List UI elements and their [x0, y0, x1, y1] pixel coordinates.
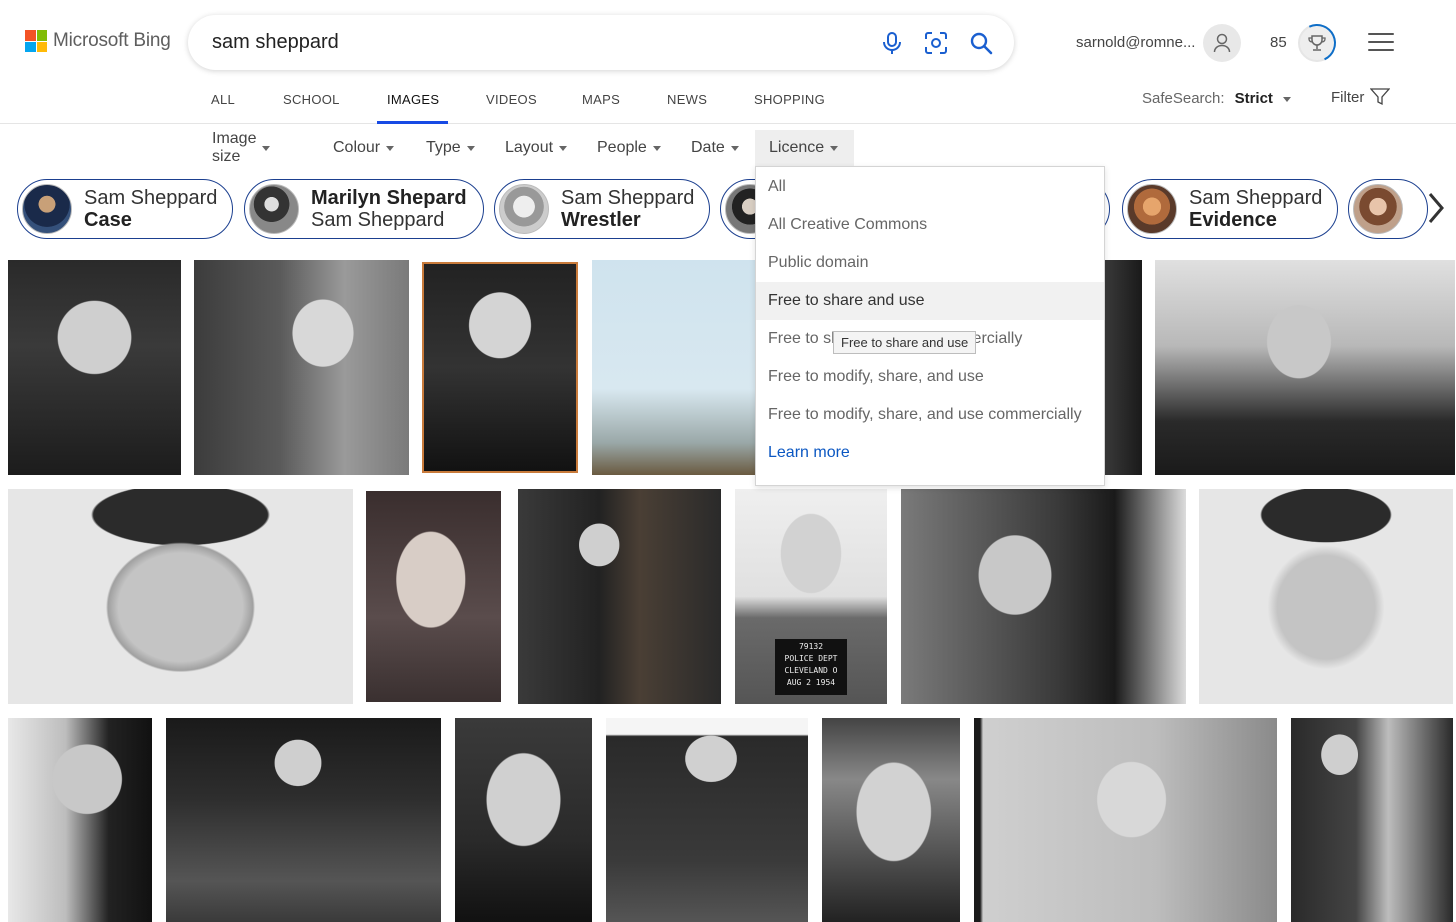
licence-option-free-to-share-and-use[interactable]: Free to share and use — [756, 282, 1104, 320]
related-chip[interactable]: Sam Sheppard Case — [17, 179, 233, 239]
chevron-down-icon — [830, 145, 839, 151]
menu-icon[interactable] — [1368, 33, 1394, 53]
active-tab-indicator — [377, 121, 448, 124]
filter-label: Date — [691, 139, 725, 156]
related-chip[interactable]: Sam Sheppard Evidence — [1122, 179, 1338, 239]
chip-title: Sam Sheppard — [84, 187, 218, 209]
tab-maps[interactable]: MAPS — [582, 92, 620, 107]
filter-button[interactable]: Filter — [1331, 88, 1391, 106]
image-result[interactable] — [8, 260, 181, 475]
filter-colour[interactable]: Colour — [319, 130, 408, 166]
mugshot-placard: 79132 POLICE DEPT CLEVELAND O AUG 2 1954 — [775, 639, 847, 695]
filter-label: Image size — [212, 130, 257, 165]
chip-subtitle: Wrestler — [561, 209, 641, 231]
image-result[interactable] — [8, 718, 152, 922]
search-input[interactable] — [212, 29, 852, 55]
chevron-down-icon — [559, 145, 568, 151]
chips-next-icon[interactable] — [1416, 188, 1456, 228]
filter-date[interactable]: Date — [677, 130, 753, 166]
visual-search-icon[interactable] — [922, 29, 950, 57]
chip-thumbnail — [22, 184, 72, 234]
image-result[interactable] — [592, 260, 756, 475]
filter-label: Colour — [333, 139, 381, 156]
search-icon[interactable] — [967, 29, 995, 57]
safesearch-control[interactable]: SafeSearch: Strict — [1142, 90, 1292, 107]
chevron-down-icon — [652, 145, 661, 151]
image-result[interactable] — [974, 718, 1277, 922]
chip-subtitle: Sam Sheppard — [311, 209, 445, 231]
learn-more-link[interactable]: Learn more — [756, 434, 1104, 472]
image-result[interactable] — [1199, 489, 1453, 704]
image-result[interactable] — [8, 489, 353, 704]
chip-title: Sam Sheppard — [1189, 187, 1323, 209]
image-result[interactable] — [901, 489, 1186, 704]
image-result[interactable] — [1155, 260, 1455, 475]
filter-label: Filter — [1331, 88, 1365, 106]
tab-all[interactable]: ALL — [211, 92, 235, 107]
tab-news[interactable]: NEWS — [667, 92, 707, 107]
microphone-icon[interactable] — [878, 29, 906, 57]
bing-logo[interactable]: Microsoft Bing — [25, 30, 171, 52]
user-avatar-icon[interactable] — [1203, 24, 1241, 62]
microsoft-logo-icon — [25, 30, 47, 52]
chevron-down-icon — [1283, 96, 1292, 102]
filter-layout[interactable]: Layout — [491, 130, 581, 166]
licence-option-free-to-modify-share-and-use-commercially[interactable]: Free to modify, share, and use commercia… — [756, 396, 1104, 434]
rewards-trophy-icon[interactable] — [1298, 24, 1336, 62]
image-result[interactable] — [822, 718, 960, 922]
filter-label: People — [597, 139, 647, 156]
chip-thumbnail — [499, 184, 549, 234]
licence-option-all[interactable]: All — [756, 168, 1104, 206]
filter-icon — [1370, 88, 1391, 106]
image-result[interactable]: 79132 POLICE DEPT CLEVELAND O AUG 2 1954 — [735, 489, 887, 704]
tooltip: Free to share and use — [833, 331, 977, 354]
search-box — [188, 15, 1014, 70]
image-result[interactable] — [166, 718, 441, 922]
chip-title: Sam Sheppard — [561, 187, 695, 209]
licence-option-free-to-modify-share-and-use[interactable]: Free to modify, share, and use — [756, 358, 1104, 396]
chip-thumbnail — [1353, 184, 1403, 234]
image-result[interactable] — [366, 491, 501, 702]
chip-thumbnail — [1127, 184, 1177, 234]
tab-shopping[interactable]: SHOPPING — [754, 92, 825, 107]
chevron-down-icon — [466, 145, 475, 151]
licence-option-all-creative-commons[interactable]: All Creative Commons — [756, 206, 1104, 244]
tab-school[interactable]: SCHOOL — [283, 92, 340, 107]
chip-subtitle: Evidence — [1189, 209, 1277, 231]
rewards-points[interactable]: 85 — [1270, 34, 1287, 51]
licence-option-public-domain[interactable]: Public domain — [756, 244, 1104, 282]
chevron-down-icon — [730, 145, 739, 151]
filter-label: Layout — [505, 139, 554, 156]
image-result[interactable] — [1104, 260, 1142, 475]
filter-label: Type — [426, 139, 461, 156]
chip-title: Marilyn Shepard — [311, 187, 467, 209]
chip-thumbnail — [249, 184, 299, 234]
safesearch-value: Strict — [1234, 90, 1273, 107]
filter-licence[interactable]: Licence — [755, 130, 854, 166]
chip-subtitle: Case — [84, 209, 132, 231]
related-chip[interactable]: Marilyn Shepard Sam Sheppard — [244, 179, 484, 239]
logo-text: Microsoft Bing — [53, 30, 171, 51]
image-result[interactable] — [1291, 718, 1453, 922]
filter-people[interactable]: People — [583, 130, 675, 166]
chevron-down-icon — [262, 145, 271, 151]
tab-videos[interactable]: VIDEOS — [486, 92, 537, 107]
licence-dropdown: All All Creative Commons Public domain F… — [755, 166, 1105, 486]
account-name[interactable]: sarnold@romne... — [1076, 34, 1195, 51]
vertical-nav: ALL SCHOOL IMAGES VIDEOS MAPS NEWS SHOPP… — [0, 80, 1456, 124]
filter-type[interactable]: Type — [412, 130, 489, 166]
tab-images[interactable]: IMAGES — [387, 92, 439, 107]
image-result[interactable] — [194, 260, 409, 475]
image-result[interactable] — [606, 718, 808, 922]
related-chip[interactable]: Sam Sheppard Wrestler — [494, 179, 710, 239]
image-result[interactable] — [455, 718, 592, 922]
chevron-down-icon — [386, 145, 395, 151]
image-result[interactable] — [518, 489, 721, 704]
filter-label: Licence — [769, 139, 825, 156]
image-result-selected[interactable] — [422, 262, 578, 473]
safesearch-label: SafeSearch: — [1142, 90, 1225, 107]
filter-image-size[interactable]: Image size — [198, 130, 284, 166]
